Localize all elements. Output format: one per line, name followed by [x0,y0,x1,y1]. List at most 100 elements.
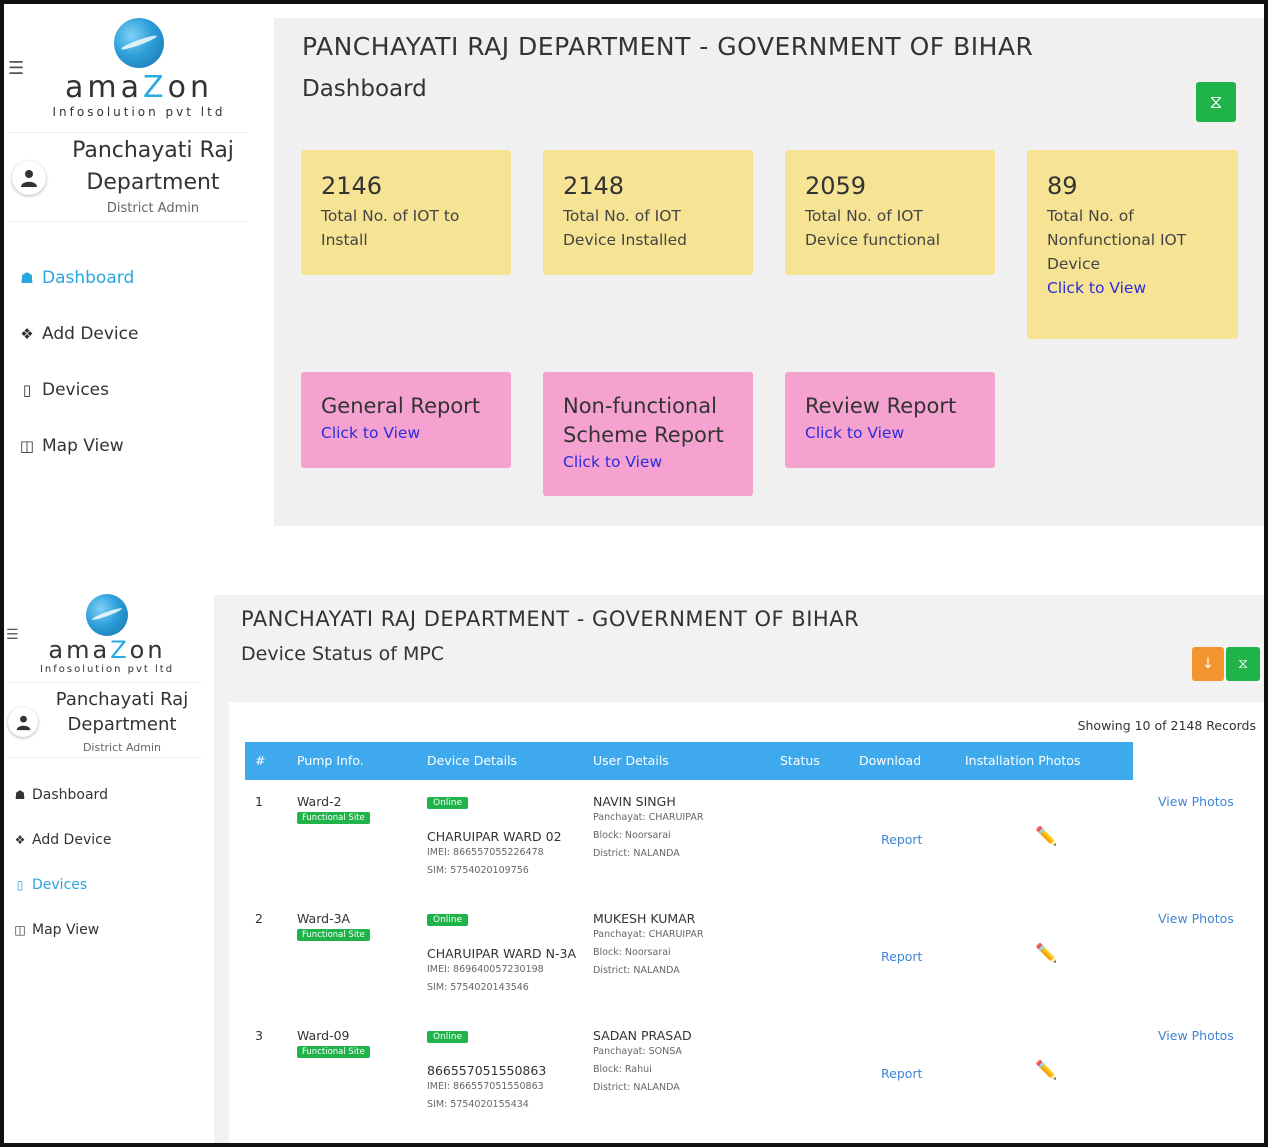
stat-value: 2146 [321,172,383,200]
hamburger-menu-icon[interactable]: ☰ [6,628,19,642]
view-photos-link[interactable]: View Photos [1158,794,1234,809]
general-report-link[interactable]: Click to View [321,421,491,445]
device-status-screenshot: ☰ amaZon Infosolution pvt ltd Panchayati… [4,590,1264,1143]
user-name: MUKESH KUMAR [593,911,696,926]
view-photos-link[interactable]: View Photos [1158,1028,1234,1043]
edit-pencil-icon[interactable]: ✏️ [1035,1060,1057,1081]
user-panchayat: Panchayat: CHARUIPAR [593,812,704,823]
records-count: Showing 10 of 2148 Records [1077,718,1256,733]
user-block: Block: Rahui [593,1064,652,1075]
row-number: 2 [255,911,263,926]
user-name: NAVIN SINGH [593,794,676,809]
filter-button[interactable]: ⧖ [1196,82,1236,122]
user-name: Panchayati Raj Department [55,689,189,735]
nonfunctional-scheme-report-link[interactable]: Click to View [563,450,733,474]
table-row: 2 Ward-3A Functional Site Online CHARUIP… [245,909,1264,1026]
hamburger-menu-icon[interactable]: ☰ [8,60,24,78]
nav-item-map-view[interactable]: ◫ Map View [8,907,111,952]
map-icon: ◫ [19,437,35,455]
device-sim: SIM: 5754020155434 [427,1099,529,1110]
stat-card-installed: 2148 Total No. of IOT Device Installed [543,150,753,275]
filter-icon: ⧖ [1209,91,1223,113]
col-pump-info: Pump Info. [297,753,364,768]
logo-tagline: Infosolution pvt ltd [52,105,226,119]
nav-item-add-device[interactable]: ❖ Add Device [12,306,138,362]
page-title: PANCHAYATI RAJ DEPARTMENT - GOVERNMENT O… [302,32,1034,61]
globe-logo-icon [86,594,128,636]
sidebar-nav: ☗ Dashboard ❖ Add Device ▯ Devices ◫ Map… [8,772,111,952]
device-imei: IMEI: 869640057230198 [427,964,544,975]
download-button[interactable]: ↓ [1192,647,1224,681]
user-avatar-icon [12,161,46,195]
device-sim: SIM: 5754020143546 [427,982,529,993]
nav-item-add-device[interactable]: ❖ Add Device [8,817,112,862]
review-report-link[interactable]: Click to View [805,421,975,445]
page-subtitle: Device Status of MPC [241,643,445,665]
home-icon: ☗ [20,269,34,287]
user-role: District Admin [106,201,200,216]
sidebar: ☰ amaZon Infosolution pvt ltd Panchayati… [4,4,262,526]
view-photos-link[interactable]: View Photos [1158,911,1234,926]
device-sim: SIM: 5754020109756 [427,865,529,876]
functional-site-badge: Functional Site [297,1046,370,1058]
device-icon: ▯ [22,381,32,399]
home-icon: ☗ [14,787,26,802]
edit-pencil-icon[interactable]: ✏️ [1035,943,1057,964]
user-district: District: NALANDA [593,965,680,976]
user-name: Panchayati Raj Department [72,138,234,195]
dashboard-main: PANCHAYATI RAJ DEPARTMENT - GOVERNMENT O… [274,18,1264,526]
device-name: 866557051550863 [427,1063,547,1078]
map-icon: ◫ [14,922,26,937]
stat-card-to-install: 2146 Total No. of IOT to Install [301,150,511,275]
device-icon: ▯ [16,877,24,892]
nonfunctional-view-link[interactable]: Click to View [1047,276,1218,300]
pump-ward: Ward-3A [297,911,351,926]
logo-brand-left: ama [65,70,144,105]
online-status-badge: Online [427,1031,469,1043]
col-installation-photos: Installation Photos [965,753,1081,768]
stat-card-nonfunctional: 89 Total No. of Nonfunctional IOT Device… [1027,150,1238,339]
filter-button[interactable]: ⧖ [1226,647,1260,681]
company-logo: amaZon Infosolution pvt ltd [32,594,182,675]
device-name: CHARUIPAR WARD N-3A [427,946,577,961]
online-status-badge: Online [427,797,469,809]
logo-brand-right: on [129,636,166,664]
row-number: 3 [255,1028,263,1043]
table-row: 1 Ward-2 Functional Site Online CHARUIPA… [245,792,1264,909]
stat-value: 89 [1047,172,1078,200]
col-status: Status [780,753,820,768]
user-role: District Admin [82,741,162,754]
stat-card-functional: 2059 Total No. of IOT Device functional [785,150,995,275]
user-profile: Panchayati Raj Department District Admin [6,682,202,758]
user-profile: Panchayati Raj Department District Admin [8,132,248,222]
nav-item-dashboard[interactable]: ☗ Dashboard [8,772,111,817]
filter-icon: ⧖ [1238,656,1248,672]
report-card-general[interactable]: General Report Click to View [301,372,511,468]
stat-value: 2148 [563,172,625,200]
nav-item-dashboard[interactable]: ☗ Dashboard [12,250,138,306]
nav-item-map-view[interactable]: ◫ Map View [12,418,138,474]
user-block: Block: Noorsarai [593,947,671,958]
sidebar-nav: ☗ Dashboard ❖ Add Device ▯ Devices ◫ Map… [12,250,139,474]
report-card-review[interactable]: Review Report Click to View [785,372,995,468]
user-panchayat: Panchayat: SONSA [593,1046,682,1057]
user-name: SADAN PRASAD [593,1028,692,1043]
device-table: Showing 10 of 2148 Records # Pump Info. … [229,702,1264,1143]
user-district: District: NALANDA [593,1082,680,1093]
user-block: Block: Noorsarai [593,830,671,841]
logo-brand-z: Z [110,636,130,664]
report-link[interactable]: Report [881,949,922,964]
col-number: # [255,753,266,768]
table-row: 3 Ward-09 Functional Site Online 8665570… [245,1026,1264,1143]
report-link[interactable]: Report [881,1066,922,1081]
edit-pencil-icon[interactable]: ✏️ [1035,826,1057,847]
nav-item-devices[interactable]: ▯ Devices [8,862,111,907]
device-imei: IMEI: 866557055226478 [427,847,544,858]
report-link[interactable]: Report [881,832,922,847]
report-card-nonfunctional-scheme[interactable]: Non-functional Scheme Report Click to Vi… [543,372,753,496]
grid-add-icon: ❖ [14,832,26,847]
col-user-details: User Details [593,753,669,768]
page-title: PANCHAYATI RAJ DEPARTMENT - GOVERNMENT O… [241,607,860,631]
grid-add-icon: ❖ [20,325,34,343]
nav-item-devices[interactable]: ▯ Devices [12,362,138,418]
